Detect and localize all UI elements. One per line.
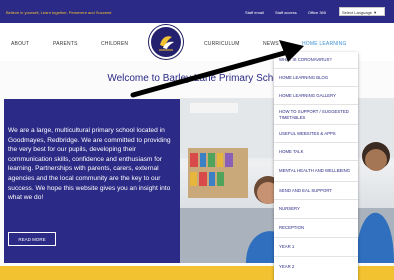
school-motto: Believe in yourself, Learn together, Per…: [6, 10, 112, 15]
menu-item-home-learning-blog[interactable]: HOME LEARNING BLOG: [274, 69, 358, 87]
nav-parents[interactable]: PARENTS: [53, 41, 78, 47]
top-utility-bar: Believe in yourself, Learn together, Per…: [0, 0, 394, 23]
menu-item-useful-websites[interactable]: USEFUL WEBSITES & APPS: [274, 125, 358, 143]
staff-email-link[interactable]: Staff email: [245, 10, 264, 15]
menu-item-home-talk[interactable]: HOME TALK: [274, 143, 358, 161]
language-select[interactable]: Select Language ▼: [339, 7, 385, 16]
school-crest-logo[interactable]: [149, 25, 183, 59]
menu-item-send-eal-support[interactable]: SEND AND EAL SUPPORT: [274, 182, 358, 200]
utility-links: Staff email Staff access Office 365: [235, 10, 326, 15]
nav-about[interactable]: ABOUT: [11, 41, 29, 47]
nav-curriculum[interactable]: CURRICULUM: [204, 41, 240, 47]
menu-item-nursery[interactable]: NURSERY: [274, 200, 358, 219]
menu-item-reception[interactable]: RECEPTION: [274, 219, 358, 238]
menu-item-year-2[interactable]: YEAR 2: [274, 257, 358, 277]
intro-panel: We are a large, multicultural primary sc…: [4, 99, 180, 263]
staff-access-link[interactable]: Staff access: [275, 10, 297, 15]
home-learning-dropdown: WHAT IS CORONAVIRUS? HOME LEARNING BLOG …: [274, 52, 358, 280]
read-more-button[interactable]: READ MORE: [8, 232, 56, 246]
menu-item-mental-health[interactable]: MENTAL HEALTH AND WELLBEING: [274, 161, 358, 182]
nav-news[interactable]: NEWS: [263, 41, 279, 47]
menu-item-what-is-coronavirus[interactable]: WHAT IS CORONAVIRUS?: [274, 52, 358, 69]
menu-item-support-timetables[interactable]: HOW TO SUPPORT / SUGGESTED TIMETABLES: [274, 105, 358, 125]
office-365-link[interactable]: Office 365: [308, 10, 326, 15]
menu-item-year-1[interactable]: YEAR 1: [274, 238, 358, 257]
language-select-label: Select Language ▼: [342, 10, 378, 15]
nav-children[interactable]: CHILDREN: [101, 41, 128, 47]
nav-home-learning[interactable]: HOME LEARNING: [302, 41, 347, 47]
intro-paragraph: We are a large, multicultural primary sc…: [8, 127, 171, 202]
menu-item-home-learning-gallery[interactable]: HOME LEARNING GALLERY: [274, 87, 358, 105]
crest-emblem-icon: [159, 36, 174, 51]
